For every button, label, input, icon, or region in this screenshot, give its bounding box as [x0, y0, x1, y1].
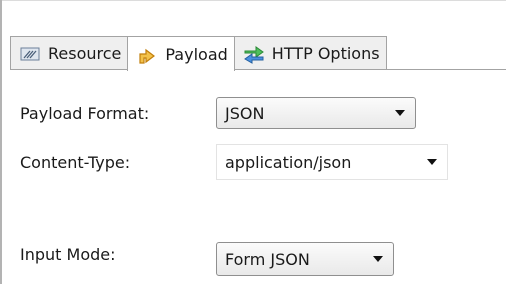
- content-type-value: application/json: [225, 152, 352, 172]
- tab-payload[interactable]: Payload: [127, 36, 235, 71]
- tab-http-options-label: HTTP Options: [271, 44, 380, 63]
- input-mode-row: Input Mode: Form JSON: [20, 232, 394, 276]
- tab-resource-label: Resource: [48, 44, 122, 63]
- top-divider: [2, 0, 506, 1]
- content-type-row: Content-Type: application/json: [20, 144, 448, 180]
- chevron-down-icon: [427, 159, 437, 165]
- input-mode-select[interactable]: Form JSON: [216, 242, 394, 276]
- input-mode-label: Input Mode:: [20, 244, 116, 264]
- left-border: [0, 0, 2, 284]
- payload-format-select[interactable]: JSON: [216, 97, 416, 129]
- payload-format-value: JSON: [225, 103, 265, 123]
- tab-resource[interactable]: Resource: [10, 36, 129, 70]
- tab-bar-baseline: [10, 69, 506, 70]
- payload-format-row: Payload Format: JSON: [20, 97, 416, 129]
- tab-bar: Resource Payload HTTP Options: [10, 36, 387, 71]
- resource-icon: [19, 43, 41, 65]
- chevron-down-icon: [373, 256, 383, 262]
- content-type-select[interactable]: application/json: [216, 144, 448, 180]
- input-mode-value: Form JSON: [225, 249, 310, 269]
- payload-editor-panel: Resource Payload HTTP Options Payload Fo…: [0, 0, 506, 284]
- content-type-label: Content-Type:: [20, 152, 131, 172]
- tab-payload-label: Payload: [165, 44, 228, 64]
- http-options-icon: [243, 43, 265, 65]
- payload-icon: [136, 43, 158, 65]
- chevron-down-icon: [395, 110, 405, 116]
- tab-http-options[interactable]: HTTP Options: [233, 36, 387, 70]
- payload-format-label: Payload Format:: [20, 103, 150, 123]
